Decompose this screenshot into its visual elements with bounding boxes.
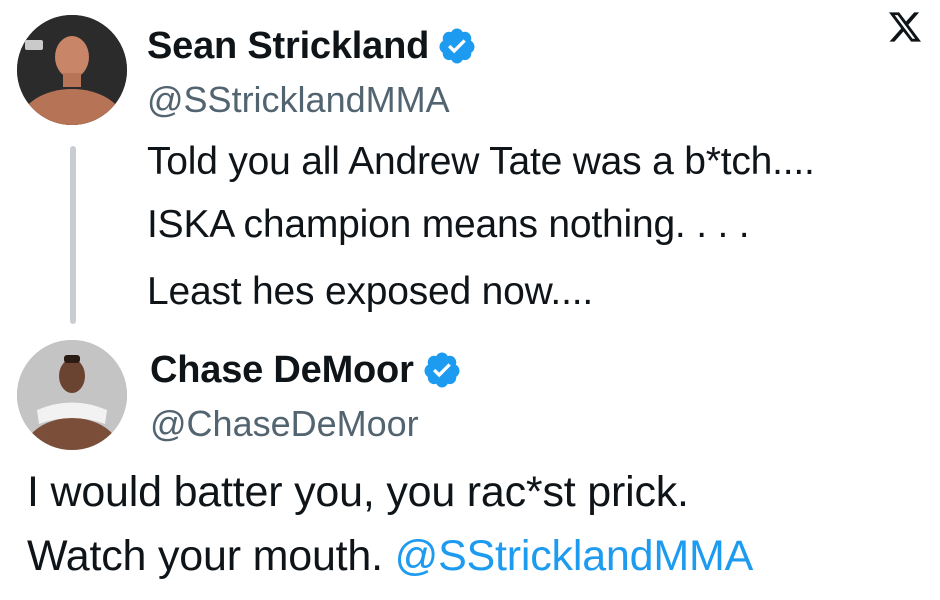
handle[interactable]: @ChaseDeMoor <box>150 403 419 445</box>
display-name[interactable]: Chase DeMoor <box>150 349 414 392</box>
x-logo-icon[interactable] <box>888 10 922 44</box>
mention-link[interactable]: @SStricklandMMA <box>395 532 754 580</box>
verified-badge-icon <box>437 26 477 66</box>
handle[interactable]: @SStricklandMMA <box>147 79 450 121</box>
verified-badge-icon <box>422 350 462 390</box>
avatar[interactable] <box>17 15 127 125</box>
avatar[interactable] <box>17 340 127 450</box>
reply-text-line: Watch your mouth. @SStricklandMMA <box>27 532 753 581</box>
reply-text: Watch your mouth. <box>27 532 395 580</box>
chase-demoor-avatar-image <box>17 340 127 450</box>
author-name-row: Sean Strickland <box>147 20 477 72</box>
reply-text-line: I would batter you, you rac*st prick. <box>27 468 689 516</box>
tweet-text-line: Least hes exposed now.... <box>147 270 593 313</box>
sean-strickland-avatar-image <box>17 15 127 125</box>
display-name[interactable]: Sean Strickland <box>147 25 429 68</box>
tweet-screenshot-card: Sean Strickland @SStricklandMMA Told you… <box>0 0 940 600</box>
tweet-text-line: Told you all Andrew Tate was a b*tch.... <box>147 140 815 183</box>
tweet-text-line: ISKA champion means nothing. . . . <box>147 203 750 246</box>
thread-connector-line <box>70 146 76 324</box>
author-name-row: Chase DeMoor <box>150 344 462 396</box>
